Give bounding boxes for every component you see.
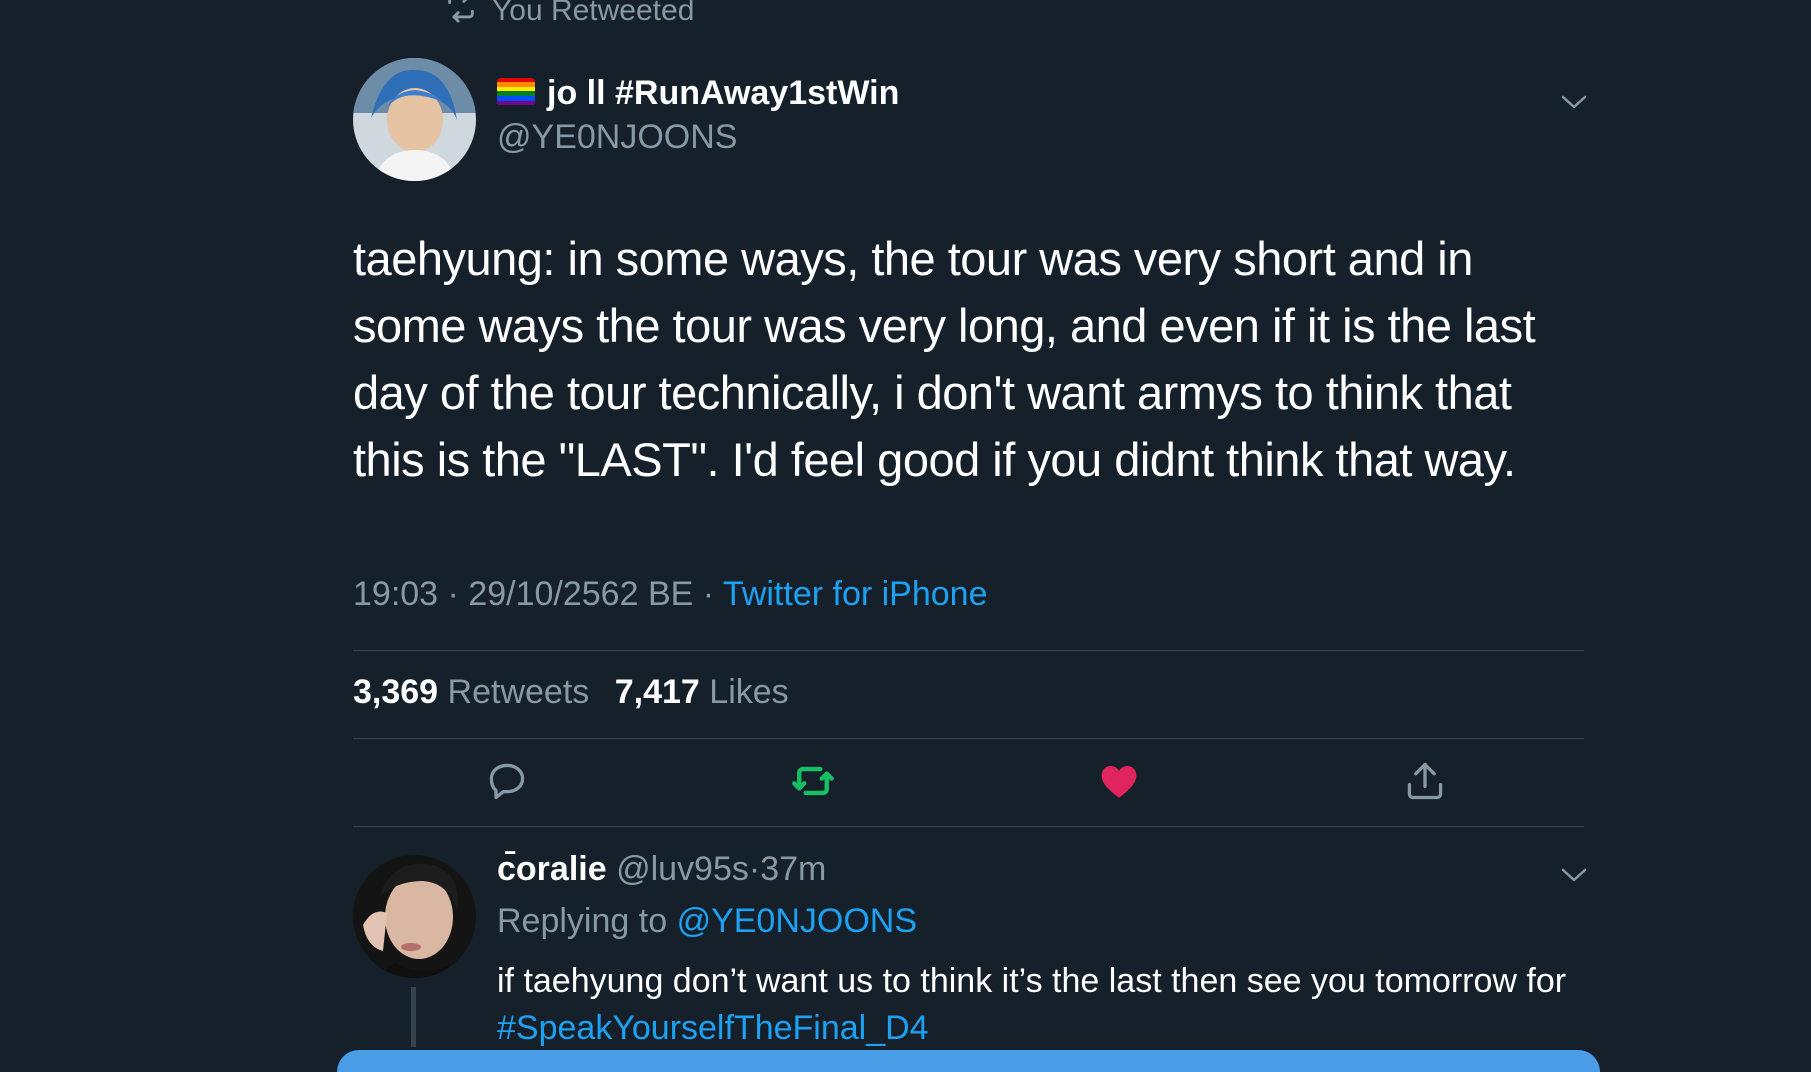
tweet-time: 19:03 [353, 575, 439, 613]
reply-text-body: if taehyung don’t want us to think it’s … [497, 962, 1567, 1000]
tweet-options-chevron-down-icon[interactable] [1559, 92, 1589, 112]
tweet-detail-screen: You Retweeted jo ll #RunAway1stWin @YE0N… [0, 0, 1811, 1072]
heart-icon [1097, 759, 1141, 808]
meta-separator: · [702, 575, 715, 613]
reply-separator: · [748, 850, 761, 888]
divider [353, 738, 1584, 739]
reply-button[interactable] [482, 758, 532, 808]
likes-label: Likes [709, 673, 789, 711]
share-button[interactable] [1400, 758, 1450, 808]
reply-text: if taehyung don’t want us to think it’s … [497, 958, 1597, 1052]
retweeted-header: You Retweeted [444, 0, 694, 32]
author-handle[interactable]: @YE0NJOONS [497, 118, 737, 157]
thread-connector-line [411, 987, 416, 1047]
replying-prefix: Replying to [497, 902, 668, 940]
author-display-name[interactable]: jo ll #RunAway1stWin [497, 74, 899, 113]
reply-icon [485, 759, 529, 808]
reply-hashtag[interactable]: #SpeakYourselfTheFinal_D4 [497, 1009, 929, 1047]
like-button[interactable] [1094, 758, 1144, 808]
reply-display-name[interactable]: c̄oralie [497, 850, 607, 888]
author-avatar[interactable] [353, 58, 476, 181]
likes-stat[interactable]: 7,417 Likes [615, 673, 789, 711]
author-name-text: jo ll #RunAway1stWin [547, 74, 900, 112]
meta-separator: · [447, 575, 459, 613]
reply-time: 37m [760, 850, 827, 888]
retweet-icon [444, 0, 478, 32]
share-icon [1403, 759, 1447, 808]
divider [353, 826, 1584, 827]
retweet-icon [791, 759, 835, 808]
divider [353, 650, 1584, 651]
rainbow-flag-icon [497, 77, 535, 106]
retweeted-label: You Retweeted [492, 0, 695, 27]
compose-reply-bar[interactable] [337, 1050, 1600, 1072]
replying-to-mention[interactable]: @YE0NJOONS [677, 902, 917, 940]
retweets-label: Retweets [447, 673, 590, 711]
likes-count: 7,417 [614, 673, 700, 711]
reply-handle[interactable]: @luv95s [616, 850, 749, 888]
reply-header: c̄oralie @luv95s·37m [497, 850, 826, 889]
reply-options-chevron-down-icon[interactable] [1559, 865, 1589, 885]
replying-to: Replying to @YE0NJOONS [497, 902, 917, 941]
tweet-source-link[interactable]: Twitter for iPhone [723, 575, 988, 613]
retweet-button[interactable] [788, 758, 838, 808]
engagement-counts: 3,369 Retweets 7,417 Likes [353, 673, 789, 712]
tweet-text: taehyung: in some ways, the tour was ver… [353, 232, 1536, 486]
retweets-stat[interactable]: 3,369 Retweets [353, 673, 589, 711]
reply-author-avatar[interactable] [353, 855, 476, 978]
retweets-count: 3,369 [353, 673, 439, 711]
tweet-date: 29/10/2562 BE [468, 575, 694, 613]
tweet-meta: 19:03 · 29/10/2562 BE · Twitter for iPho… [353, 575, 987, 614]
